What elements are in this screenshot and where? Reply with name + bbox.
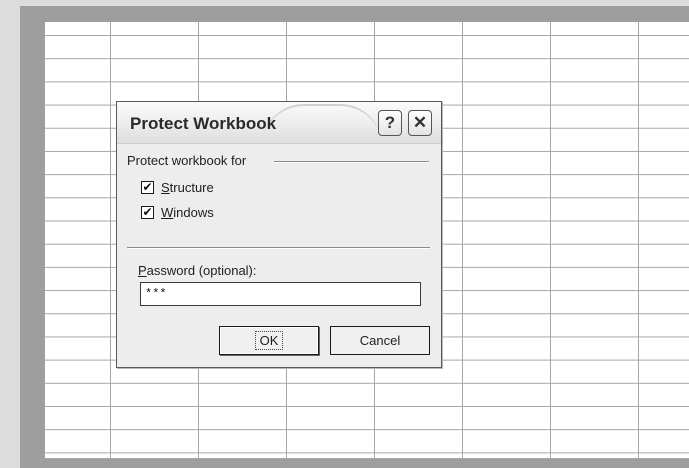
ok-button-label: OK bbox=[254, 331, 284, 350]
password-input[interactable]: *** bbox=[140, 282, 421, 306]
close-icon[interactable]: ✕ bbox=[408, 110, 432, 136]
ok-button[interactable]: OK bbox=[219, 326, 319, 355]
cancel-button[interactable]: Cancel bbox=[330, 326, 430, 355]
section-separator bbox=[127, 247, 430, 249]
dialog-titlebar[interactable]: Protect Workbook ? ✕ bbox=[117, 102, 441, 144]
windows-option[interactable]: ✔ Windows bbox=[141, 204, 214, 220]
password-label: Password (optional): bbox=[138, 263, 257, 278]
structure-checkbox[interactable]: ✔ bbox=[141, 180, 154, 194]
structure-option[interactable]: ✔ Structure bbox=[141, 179, 214, 195]
protect-workbook-dialog: Protect Workbook ? ✕ Protect workbook fo… bbox=[116, 101, 442, 368]
dialog-title: Protect Workbook bbox=[130, 114, 277, 133]
help-icon[interactable]: ? bbox=[378, 110, 402, 136]
group-divider bbox=[274, 161, 429, 163]
structure-label: Structure bbox=[161, 179, 214, 195]
windows-checkbox[interactable]: ✔ bbox=[141, 205, 154, 219]
group-label: Protect workbook for bbox=[127, 153, 247, 168]
titlebar-decoration bbox=[262, 104, 382, 146]
windows-label: Windows bbox=[161, 204, 214, 220]
